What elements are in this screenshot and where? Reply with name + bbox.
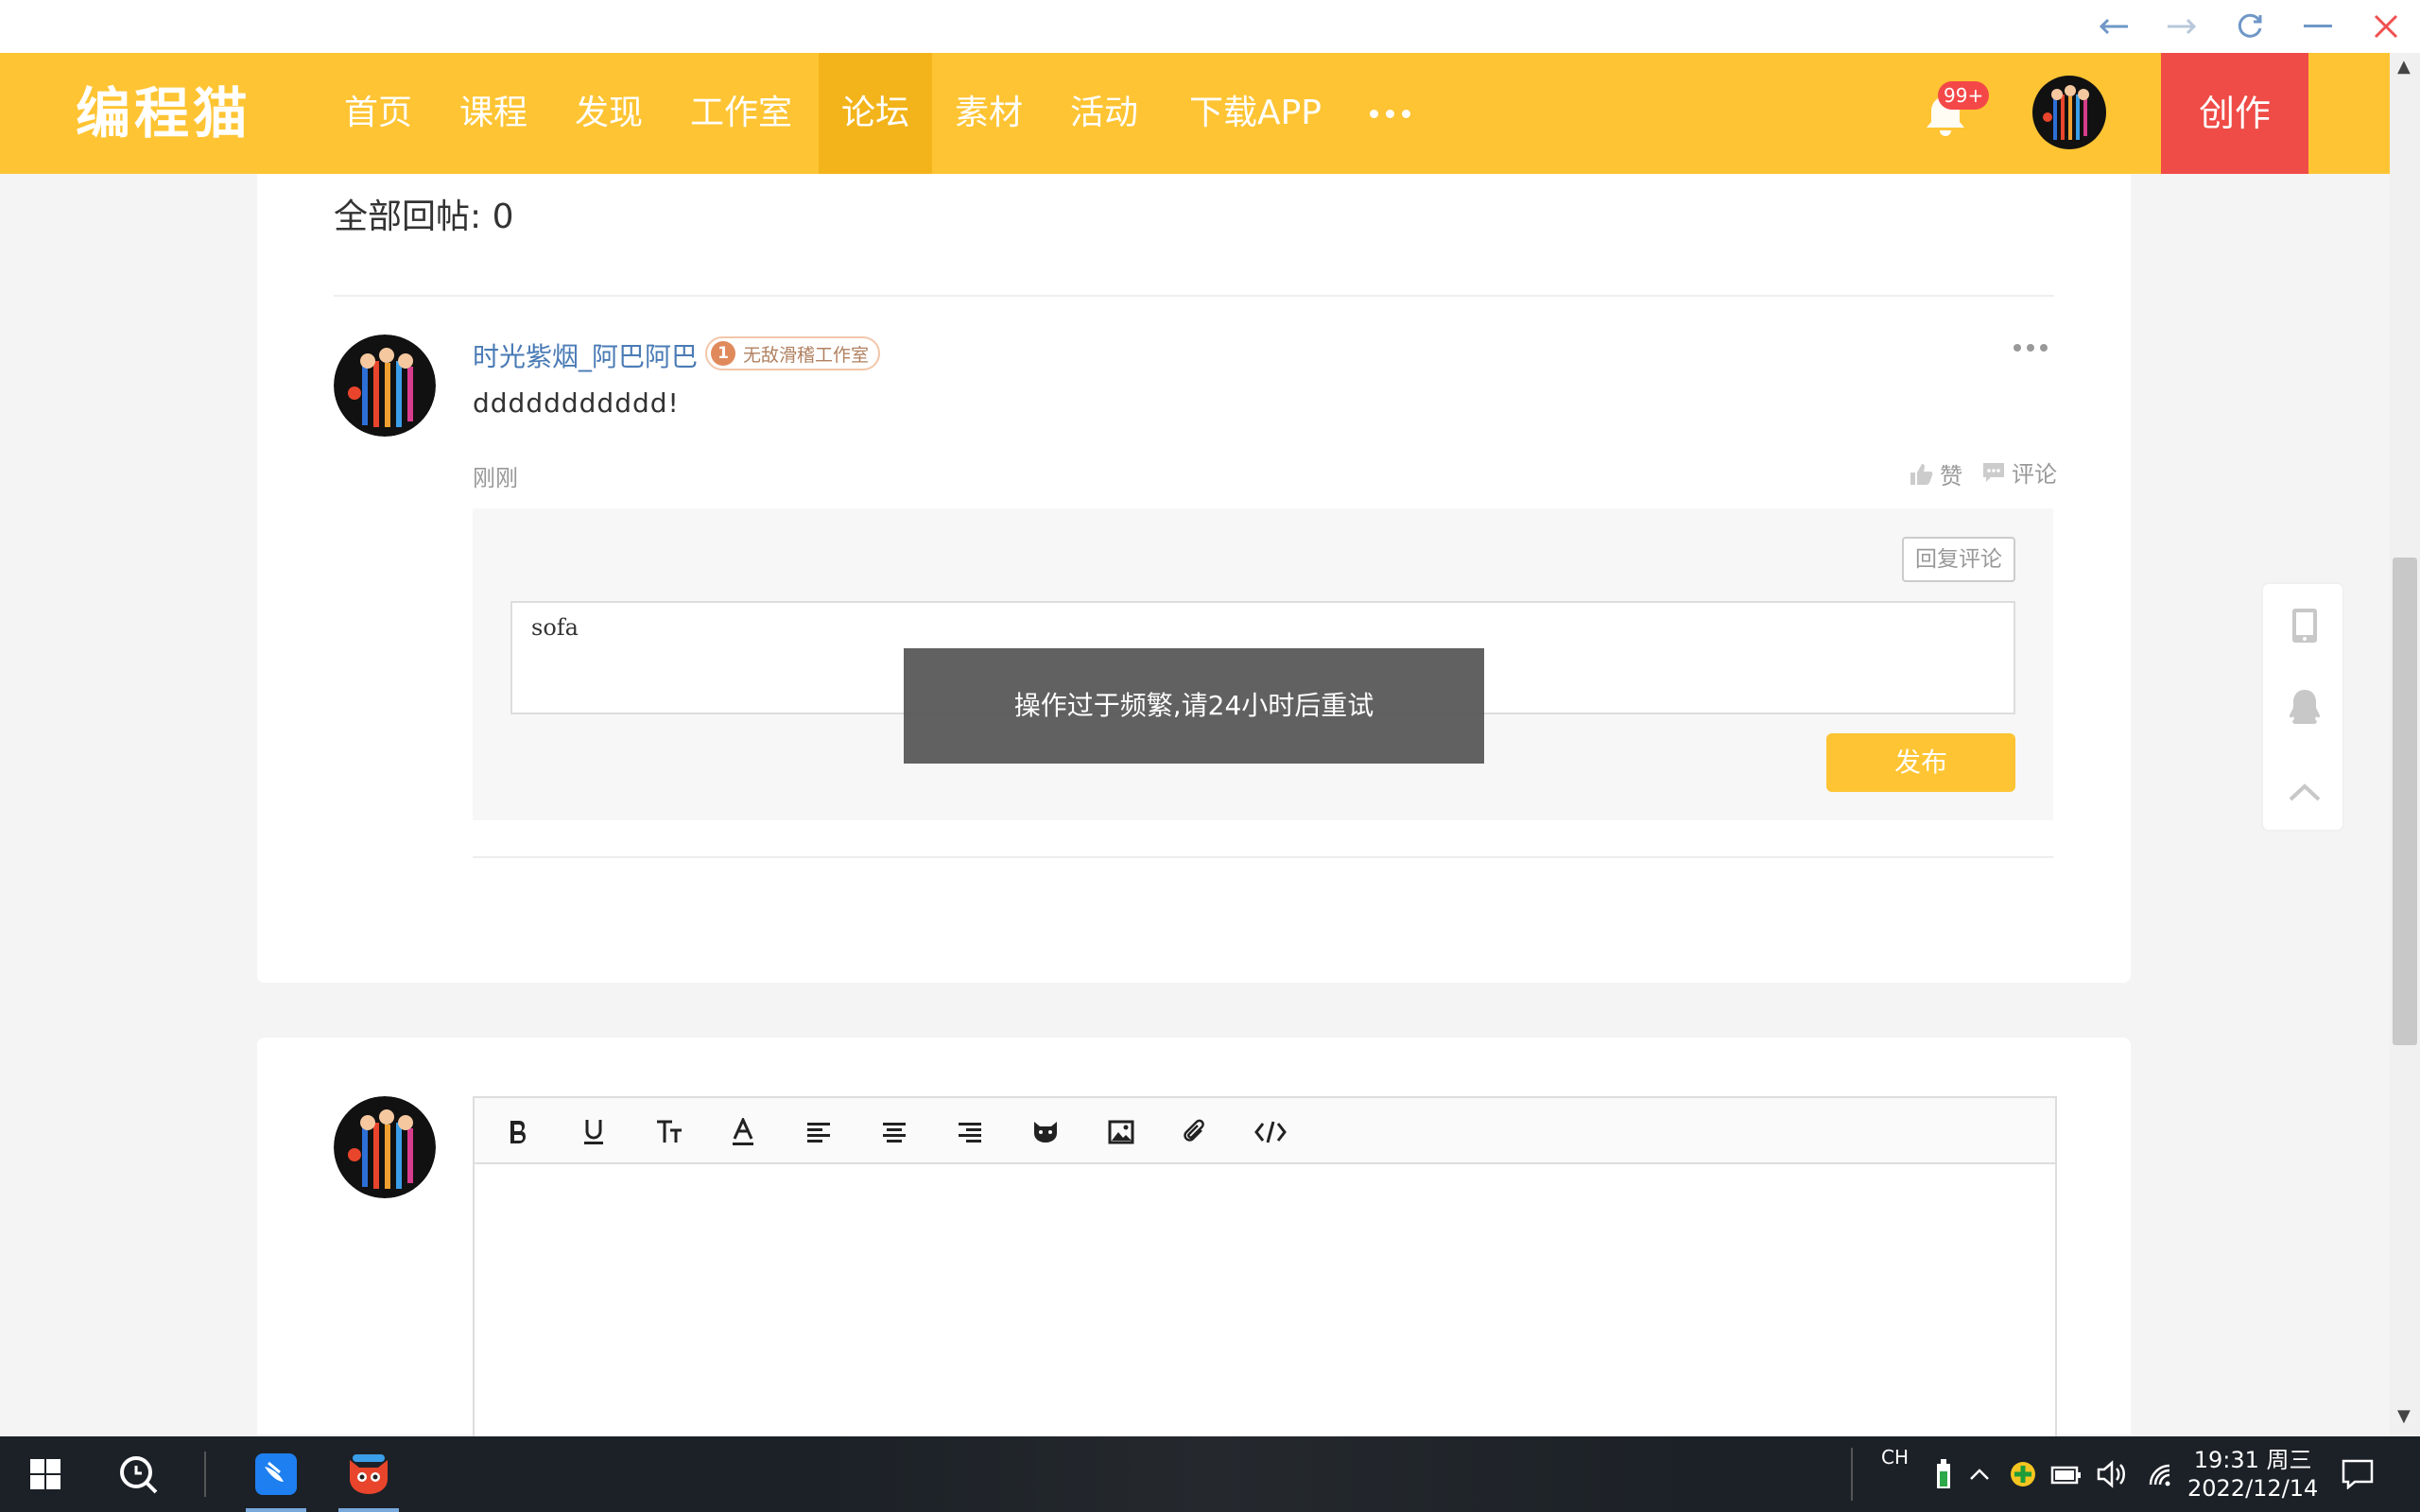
ime-indicator[interactable]: CH [1881, 1446, 1909, 1469]
nav-item-forum[interactable]: 论坛 [819, 53, 932, 174]
nav-item-download-app[interactable]: 下载APP [1180, 53, 1331, 174]
windows-start-icon[interactable] [17, 1436, 74, 1512]
qq-icon[interactable] [2263, 667, 2346, 750]
tray-expand-icon[interactable] [1961, 1436, 1998, 1512]
clock-date: 2022/12/14 [2187, 1475, 2319, 1502]
post-time: 刚刚 [473, 465, 518, 491]
emoji-cat-icon[interactable] [1025, 1111, 1066, 1153]
back-to-top-icon[interactable] [2263, 750, 2346, 833]
post-content: ddddddddddd! [473, 387, 680, 419]
align-right-icon[interactable] [949, 1111, 991, 1153]
nav-item-materials[interactable]: 素材 [942, 53, 1036, 174]
underline-icon[interactable] [573, 1111, 614, 1153]
taskbar-separator [1851, 1448, 1853, 1501]
taskbar-separator [204, 1452, 206, 1497]
notification-badge: 99+ [1938, 81, 1990, 110]
nav-item-discover[interactable]: 发现 [562, 53, 656, 174]
user-avatar[interactable] [2032, 76, 2106, 149]
main-navbar: 编程猫 首页 课程 发现 工作室 论坛 素材 活动 下载APP 99+ 创作 [0, 53, 2390, 174]
divider [473, 856, 2053, 858]
nav-item-events[interactable]: 活动 [1057, 53, 1151, 174]
studio-name: 无敌滑稽工作室 [743, 344, 870, 366]
divider [334, 295, 2054, 297]
close-icon[interactable] [2361, 6, 2411, 47]
nav-more-icon[interactable] [1361, 53, 1418, 174]
notification-center-icon[interactable] [2329, 1436, 2386, 1512]
like-button[interactable]: 赞 [1910, 457, 1962, 490]
minimize-icon[interactable] [2293, 6, 2342, 47]
total-replies-count: 全部回帖: 0 [334, 198, 514, 236]
battery-plug-icon[interactable] [1925, 1436, 1962, 1512]
mobile-app-icon[interactable] [2263, 584, 2346, 667]
volume-icon[interactable] [2093, 1436, 2131, 1512]
post-author-avatar[interactable] [334, 335, 436, 437]
editor-toolbar [475, 1098, 2055, 1164]
security-app-icon[interactable] [2004, 1436, 2042, 1512]
scroll-thumb[interactable] [2393, 558, 2417, 1045]
search-icon[interactable] [110, 1436, 166, 1512]
wifi-icon[interactable] [2142, 1436, 2180, 1512]
os-taskbar: CH [0, 1436, 2420, 1512]
taskbar-app-codemao-icon[interactable] [333, 1436, 405, 1512]
taskbar-app-feishu-icon[interactable] [240, 1436, 312, 1512]
nav-item-courses[interactable]: 课程 [446, 53, 541, 174]
nav-item-home[interactable]: 首页 [331, 53, 425, 174]
refresh-icon[interactable] [2225, 6, 2274, 47]
nav-item-studio[interactable]: 工作室 [677, 53, 805, 174]
align-left-icon[interactable] [798, 1111, 839, 1153]
scroll-up-icon[interactable]: ▲ [2397, 57, 2411, 77]
forward-arrow-icon[interactable] [2157, 6, 2206, 47]
comment-button[interactable]: 评论 [1981, 455, 2057, 489]
rich-text-editor [473, 1096, 2057, 1436]
clock-time: 19:31 周三 [2193, 1447, 2312, 1473]
create-button[interactable]: 创作 [2161, 53, 2308, 174]
code-icon[interactable] [1250, 1111, 1291, 1153]
comment-icon [1983, 462, 2004, 482]
site-logo[interactable]: 编程猫 [76, 76, 251, 151]
thumbs-up-icon [1910, 463, 1933, 485]
studio-level: 1 [711, 341, 735, 366]
back-arrow-icon[interactable] [2089, 6, 2138, 47]
publish-button[interactable]: 发布 [1826, 733, 2015, 792]
reply-comment-button[interactable]: 回复评论 [1902, 537, 2015, 582]
post-more-icon[interactable] [2014, 344, 2048, 352]
like-label: 赞 [1940, 463, 1962, 490]
error-toast: 操作过于频繁,请24小时后重试 [904, 648, 1484, 764]
side-float-toolbar [2261, 582, 2344, 832]
bold-icon[interactable] [497, 1111, 539, 1153]
align-center-icon[interactable] [873, 1111, 915, 1153]
font-size-icon[interactable] [648, 1111, 690, 1153]
post-author-name[interactable]: 时光紫烟_阿巴阿巴 [473, 336, 698, 374]
font-color-icon[interactable] [722, 1111, 764, 1153]
window-titlebar [0, 0, 2420, 53]
comment-label: 评论 [2012, 461, 2057, 488]
taskbar-clock[interactable]: 19:31 周三 2022/12/14 [2187, 1446, 2318, 1503]
studio-badge[interactable]: 1 无敌滑稽工作室 [705, 336, 881, 370]
attachment-icon[interactable] [1174, 1111, 1216, 1153]
battery-icon[interactable] [2048, 1436, 2085, 1512]
image-icon[interactable] [1100, 1111, 1142, 1153]
scroll-down-icon[interactable]: ▼ [2397, 1406, 2411, 1426]
current-user-avatar[interactable] [334, 1096, 436, 1198]
